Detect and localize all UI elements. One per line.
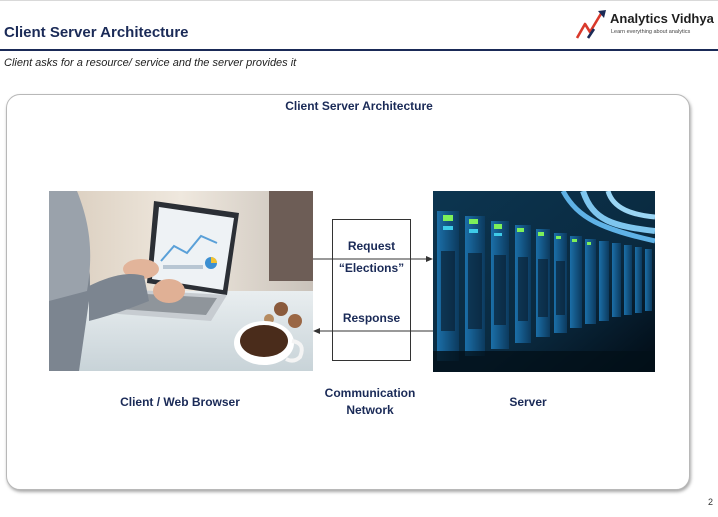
slide-subtitle: Client asks for a resource/ service and … [4,57,297,69]
page-number: 2 [708,497,714,507]
logo-mark-icon [575,10,606,39]
client-laptop-photo [49,191,313,371]
network-label-line2: Network [346,403,394,417]
diagram-title: Client Server Architecture [285,99,433,113]
response-label: Response [342,311,401,325]
top-rule [0,0,718,1]
network-label-line1: Communication [324,386,416,400]
logo-tagline: Learn everything about analytics [611,29,691,35]
server-rack-photo [433,191,655,372]
logo-name: Analytics Vidhya [610,11,714,26]
title-divider [0,49,718,51]
analytics-vidhya-logo: Analytics Vidhya Learn everything about … [574,8,714,44]
client-label: Client / Web Browser [120,395,240,409]
request-example-label: “Elections” [338,261,405,275]
response-arrowhead-icon [313,328,320,334]
request-arrowhead-icon [426,256,433,262]
slide-title: Client Server Architecture [4,24,189,41]
request-label: Request [347,239,396,253]
server-label: Server [509,395,547,409]
